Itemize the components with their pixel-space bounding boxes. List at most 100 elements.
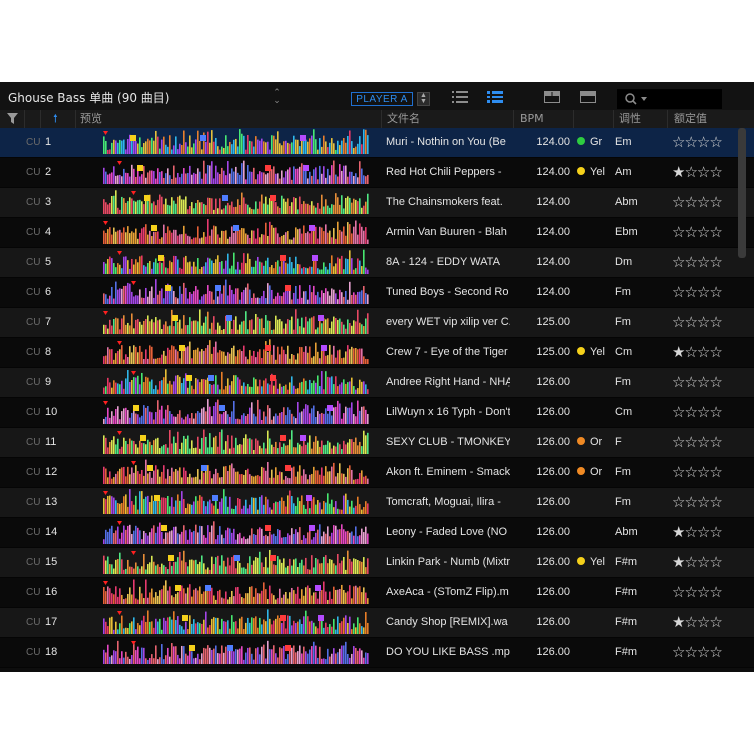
track-rating[interactable]: ☆☆☆☆ bbox=[672, 638, 752, 667]
track-number: 18 bbox=[45, 646, 58, 658]
track-row[interactable]: CU 6 Tuned Boys - Second Ro 124.00 Fm ☆☆☆☆ bbox=[0, 278, 754, 308]
track-number: 7 bbox=[45, 316, 52, 328]
track-color bbox=[577, 368, 617, 397]
track-color bbox=[577, 278, 617, 307]
track-bpm: 126.00 bbox=[536, 616, 570, 628]
track-number: 11 bbox=[45, 436, 57, 448]
track-row[interactable]: CU 16 AxeAca - (STomZ Flip).m 126.00 F#m ☆☆☆☆ bbox=[0, 578, 754, 608]
cue-label: CU bbox=[26, 377, 40, 388]
track-rating[interactable]: ★☆☆☆ bbox=[672, 608, 752, 637]
waveform-preview[interactable] bbox=[100, 278, 372, 307]
track-row[interactable]: CU 4 Armin Van Buuren - Blah 124.00 Ebm ☆☆☆☆ bbox=[0, 218, 754, 248]
track-rating[interactable]: ★☆☆☆ bbox=[672, 338, 752, 367]
cue-label: CU bbox=[26, 437, 40, 448]
list-view-icon[interactable] bbox=[452, 90, 468, 108]
color-dot-icon bbox=[577, 467, 585, 476]
track-row[interactable]: CU 11 SEXY CLUB - TMONKEY 126.00 Or F ☆☆☆☆ bbox=[0, 428, 754, 458]
waveform-preview[interactable] bbox=[100, 518, 372, 547]
sort-ascending-icon[interactable]: 🠕 bbox=[53, 110, 58, 128]
track-row[interactable]: CU 7 every WET vip xilip ver C. 125.00 Fm ☆☆☆… bbox=[0, 308, 754, 338]
cue-cell: CU bbox=[0, 128, 40, 157]
column-bpm[interactable]: BPM bbox=[520, 110, 544, 128]
track-row[interactable]: CU 13 Tomcraft, Moguai, Ilira - 126.00 Fm ☆☆☆… bbox=[0, 488, 754, 518]
track-row[interactable]: CU 15 Linkin Park - Numb (Mixtr 126.00 Yel F#… bbox=[0, 548, 754, 578]
track-number: 15 bbox=[45, 556, 58, 568]
track-color: Yel bbox=[577, 158, 617, 187]
track-row[interactable]: CU 9 Andree Right Hand - NHẠ 126.00 Fm ☆☆☆☆ bbox=[0, 368, 754, 398]
column-key[interactable]: 调性 bbox=[619, 110, 641, 128]
waveform-preview[interactable] bbox=[100, 158, 372, 187]
waveform-preview[interactable] bbox=[100, 608, 372, 637]
track-row[interactable]: CU 1 Muri - Nothin on You (Be 124.00 Gr Em ☆☆☆… bbox=[0, 128, 754, 158]
track-rating[interactable]: ★☆☆☆ bbox=[672, 518, 752, 547]
track-color: Yel bbox=[577, 548, 617, 577]
waveform-preview[interactable] bbox=[100, 488, 372, 517]
track-row[interactable]: CU 14 Leony - Faded Love (NO 126.00 Abm ★☆☆☆ bbox=[0, 518, 754, 548]
column-filename[interactable]: 文件名 bbox=[387, 110, 420, 128]
track-row[interactable]: CU 12 Akon ft. Eminem - Smack 126.00 Or Fm ☆☆☆… bbox=[0, 458, 754, 488]
cue-cell: CU bbox=[0, 278, 40, 307]
waveform-preview[interactable] bbox=[100, 548, 372, 577]
track-number: 13 bbox=[45, 496, 58, 508]
track-color bbox=[577, 188, 617, 217]
track-number: 12 bbox=[45, 466, 58, 478]
track-filename: Tuned Boys - Second Ro bbox=[386, 286, 509, 298]
track-key: Cm bbox=[615, 346, 633, 358]
track-row[interactable]: CU 3 The Chainsmokers feat. 124.00 Abm ☆☆☆☆ bbox=[0, 188, 754, 218]
track-row[interactable]: CU 2 Red Hot Chili Peppers -124.00 Yel Am ★☆☆… bbox=[0, 158, 754, 188]
track-key: F#m bbox=[615, 586, 637, 598]
track-row[interactable]: CU 18 DO YOU LIKE BASS .mp 126.00 F#m ☆☆☆☆ bbox=[0, 638, 754, 668]
track-filename: Linkin Park - Numb (Mixtr bbox=[386, 556, 510, 568]
track-rating[interactable]: ☆☆☆☆ bbox=[672, 578, 752, 607]
cue-label: CU bbox=[26, 527, 40, 538]
track-key: F#m bbox=[615, 556, 637, 568]
cue-label: CU bbox=[26, 167, 40, 178]
track-bpm: 126.00 bbox=[536, 436, 570, 448]
waveform-preview[interactable] bbox=[100, 308, 372, 337]
waveform-preview[interactable] bbox=[100, 428, 372, 457]
vertical-scrollbar[interactable] bbox=[738, 128, 746, 258]
track-rating[interactable]: ☆☆☆☆ bbox=[672, 428, 752, 457]
track-filename: Armin Van Buuren - Blah bbox=[386, 226, 507, 238]
cue-label: CU bbox=[26, 587, 40, 598]
search-field[interactable] bbox=[617, 89, 722, 109]
filter-icon[interactable] bbox=[7, 110, 18, 128]
track-rating[interactable]: ☆☆☆☆ bbox=[672, 458, 752, 487]
column-preview[interactable]: 预览 bbox=[80, 110, 102, 128]
track-rating[interactable]: ★☆☆☆ bbox=[672, 548, 752, 577]
track-row[interactable]: CU 10 LilWuyn x 16 Typh - Don't 126.00 Cm ☆☆☆… bbox=[0, 398, 754, 428]
waveform-preview[interactable] bbox=[100, 218, 372, 247]
track-number: 6 bbox=[45, 286, 52, 298]
waveform-preview[interactable] bbox=[100, 368, 372, 397]
track-rating[interactable]: ☆☆☆☆ bbox=[672, 398, 752, 427]
waveform-preview[interactable] bbox=[100, 458, 372, 487]
sort-updown-icon[interactable]: ⌃ ⌄ bbox=[270, 88, 284, 105]
track-filename: LilWuyn x 16 Typh - Don't bbox=[386, 406, 510, 418]
track-row[interactable]: CU 5 8A - 124 - EDDY WATA 124.00 Dm ☆☆☆☆ bbox=[0, 248, 754, 278]
waveform-preview[interactable] bbox=[100, 638, 372, 667]
cue-label: CU bbox=[26, 557, 40, 568]
color-dot-icon bbox=[577, 137, 585, 146]
color-dot-icon bbox=[577, 347, 585, 356]
waveform-preview[interactable] bbox=[100, 398, 372, 427]
detail-list-view-icon[interactable] bbox=[487, 90, 503, 108]
waveform-preview[interactable] bbox=[100, 578, 372, 607]
track-key: Em bbox=[615, 136, 632, 148]
track-rating[interactable]: ☆☆☆☆ bbox=[672, 278, 752, 307]
track-row[interactable]: CU 8 Crew 7 - Eye of the Tiger 125.00 Yel Cm ★… bbox=[0, 338, 754, 368]
panel-view-icon[interactable] bbox=[580, 90, 596, 108]
waveform-preview[interactable] bbox=[100, 248, 372, 277]
track-color bbox=[577, 308, 617, 337]
track-number: 1 bbox=[45, 136, 52, 148]
player-stepper[interactable]: ▲ ▼ bbox=[417, 92, 430, 106]
waveform-preview[interactable] bbox=[100, 338, 372, 367]
track-rating[interactable]: ☆☆☆☆ bbox=[672, 488, 752, 517]
waveform-preview[interactable] bbox=[100, 128, 372, 157]
player-select-button[interactable]: PLAYER A bbox=[351, 92, 413, 106]
track-rating[interactable]: ☆☆☆☆ bbox=[672, 308, 752, 337]
track-rating[interactable]: ☆☆☆☆ bbox=[672, 368, 752, 397]
split-view-icon[interactable] bbox=[544, 90, 560, 108]
waveform-preview[interactable] bbox=[100, 188, 372, 217]
track-row[interactable]: CU 17 Candy Shop [REMIX].wa 126.00 F#m ★☆☆☆ bbox=[0, 608, 754, 638]
column-rating[interactable]: 额定值 bbox=[674, 110, 707, 128]
